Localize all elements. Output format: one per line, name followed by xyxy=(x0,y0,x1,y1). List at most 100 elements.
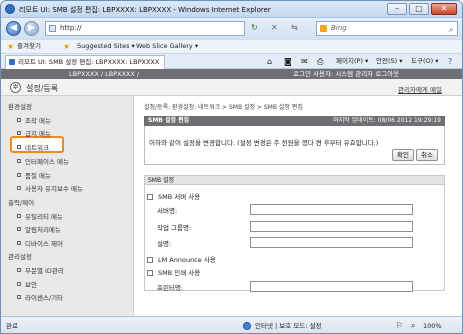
bullet-icon xyxy=(17,173,21,177)
smb-server-checkbox[interactable] xyxy=(147,194,153,200)
sidebar-heading-output: 출력/제어 xyxy=(8,199,35,207)
sidebar-heading-settings: 환경설정 xyxy=(8,103,32,111)
sidebar-item-paper-source[interactable]: 급지 메뉴 xyxy=(17,128,51,138)
url-text: http:// xyxy=(60,24,82,32)
section-header: ✲ 설정/등록 관리자에게 메일 xyxy=(1,79,462,96)
bullet-icon xyxy=(17,145,21,149)
page-icon xyxy=(49,25,56,32)
breadcrumb: 설정/등록: 환경설정: 네트워크 > SMB 설정 > SMB 설정 편집 xyxy=(144,104,303,111)
zoom-level[interactable]: 100% xyxy=(423,317,442,333)
safety-menu[interactable]: 안전(S) ▾ xyxy=(376,54,403,69)
web-slice-gallery-link[interactable]: Web Slice Gallery ▾ xyxy=(136,40,198,53)
mail-icon[interactable]: ✉ xyxy=(301,54,308,69)
status-text: 완료 xyxy=(6,322,18,330)
refresh-icon[interactable]: ↻ xyxy=(251,23,258,32)
lm-announce-option[interactable]: LM Announce 사용 xyxy=(147,254,216,264)
page-icon xyxy=(9,59,15,65)
comment-input[interactable] xyxy=(250,237,413,248)
server-name-input[interactable] xyxy=(250,204,413,215)
tools-menu[interactable]: 도구(O) ▾ xyxy=(411,54,438,69)
printer-name-input[interactable] xyxy=(250,281,413,292)
tab-bar: 리모트 UI: SMB 설정 편집: LBPXXXX: LBPXXXX ⌂ ◙ … xyxy=(1,53,462,69)
printer-name-label: 프린터명: xyxy=(157,284,184,292)
ie-logo-icon xyxy=(5,4,15,14)
sidebar-item-control-menu[interactable]: 조작 메뉴 xyxy=(17,115,51,125)
bullet-icon xyxy=(17,186,21,190)
confirmation-message: 이하와 같이 설정을 변경합니다. (설정 변경은 주 전원을 껐다 켠 후부터… xyxy=(149,139,379,147)
bullet-icon xyxy=(17,214,21,218)
smb-section-header: SMB 설정 xyxy=(144,175,445,185)
suggested-sites-link[interactable]: Suggested Sites ▾ xyxy=(77,40,135,53)
search-placeholder: Bing xyxy=(331,24,347,32)
stop-icon[interactable]: ✕ xyxy=(271,23,278,32)
workgroup-input[interactable] xyxy=(250,221,413,232)
device-name: LBPXXXX / LBPXXXX / xyxy=(69,70,140,78)
add-favorite-icon[interactable]: ★ xyxy=(63,40,70,53)
edit-panel-header: SMB 설정 편집 마지막 업데이트: 08/06 2012 19:29:19 xyxy=(144,116,445,126)
sidebar-heading-management: 관리설정 xyxy=(8,253,32,261)
sidebar-item-network[interactable]: 네트워크 xyxy=(17,142,49,152)
forward-button[interactable]: ▶ xyxy=(24,21,39,36)
minimize-button[interactable]: – xyxy=(387,3,407,15)
maximize-button[interactable]: □ xyxy=(409,3,429,15)
back-button[interactable]: ◀ xyxy=(6,21,21,36)
globe-icon xyxy=(243,322,251,330)
title-bar: 리모트 UI: SMB 설정 편집: LBPXXXX: LBPXXXX - Wi… xyxy=(1,1,462,18)
bullet-icon xyxy=(17,282,21,286)
url-field[interactable]: http:// xyxy=(45,21,245,36)
bing-icon xyxy=(320,25,327,32)
cancel-button[interactable]: 취소 xyxy=(416,149,438,161)
search-icon[interactable]: ⌕ xyxy=(449,23,453,36)
admin-mail-link[interactable]: 관리자에게 메일 xyxy=(398,84,442,94)
compat-icon[interactable]: ⇆ xyxy=(291,23,298,32)
bullet-icon xyxy=(17,241,21,245)
page-menu[interactable]: 페이지(P) ▾ xyxy=(336,54,368,69)
comment-label: 설명: xyxy=(157,240,172,248)
search-field[interactable]: Bing ⌕ xyxy=(316,21,458,36)
sidebar-item-maintenance[interactable]: 사용자 유지보수 메뉴 xyxy=(17,183,83,193)
workgroup-label: 작업 그룹명: xyxy=(157,224,192,232)
sidebar-item-quality[interactable]: 품질 메뉴 xyxy=(17,170,51,180)
bullet-icon xyxy=(17,268,21,272)
ok-button[interactable]: 확인 xyxy=(392,149,414,161)
settings-icon: ✲ xyxy=(10,82,21,93)
bullet-icon xyxy=(17,118,21,122)
browser-window: 리모트 UI: SMB 설정 편집: LBPXXXX: LBPXXXX - Wi… xyxy=(0,0,463,334)
sidebar-item-device-control[interactable]: 디바이스 제어 xyxy=(17,238,63,248)
favorites-bar: ★ 즐겨찾기 ★ Suggested Sites ▾ Web Slice Gal… xyxy=(1,39,462,53)
sidebar-item-department-id[interactable]: 부문별 ID관리 xyxy=(17,265,64,275)
section-title: 설정/등록 xyxy=(26,84,59,93)
bullet-icon xyxy=(17,159,21,163)
sidebar-item-interface[interactable]: 인터페이스 메뉴 xyxy=(17,156,69,166)
window-title: 리모트 UI: SMB 설정 편집: LBPXXXX: LBPXXXX - Wi… xyxy=(19,6,271,14)
login-info[interactable]: 로그인 사용자: 시스템 관리자 로그아웃 xyxy=(293,69,399,79)
sidebar-item-license[interactable]: 라이센스/기타 xyxy=(17,292,63,302)
sidebar-item-security[interactable]: 보안 xyxy=(17,279,37,289)
bullet-icon xyxy=(17,295,21,299)
close-button[interactable]: ✕ xyxy=(431,3,457,15)
favorites-button[interactable]: 즐겨찾기 xyxy=(17,40,41,53)
lm-announce-checkbox[interactable] xyxy=(147,257,153,263)
home-icon[interactable]: ⌂ xyxy=(267,54,272,69)
last-updated: 마지막 업데이트: 08/06 2012 19:29:19 xyxy=(333,117,441,124)
smb-print-option[interactable]: SMB 인쇄 사용 xyxy=(147,267,200,277)
zone-text: 인터넷 | 보호 모드: 설정 xyxy=(255,322,322,330)
bullet-icon xyxy=(17,227,21,231)
smb-server-option[interactable]: SMB 서버 사용 xyxy=(147,191,200,201)
address-bar: ◀ ▶ http:// ↻ ✕ ⇆ Bing ⌕ xyxy=(1,18,462,39)
protected-mode-icon[interactable]: ⚐ xyxy=(396,317,403,333)
bullet-icon xyxy=(17,131,21,135)
sidebar-item-alert[interactable]: 알림처리메뉴 xyxy=(17,224,61,234)
smb-print-checkbox[interactable] xyxy=(147,270,153,276)
sidebar-item-utility[interactable]: 유틸리티 메뉴 xyxy=(17,211,63,221)
help-icon[interactable]: ? xyxy=(448,54,452,69)
rss-icon[interactable]: ◙ xyxy=(284,54,292,69)
panel-title: SMB 설정 편집 xyxy=(148,117,190,124)
tab-active[interactable]: 리모트 UI: SMB 설정 편집: LBPXXXX: LBPXXXX xyxy=(5,55,165,69)
server-name-label: 서버명: xyxy=(157,207,178,215)
app-header: LBPXXXX / LBPXXXX / 로그인 사용자: 시스템 관리자 로그아… xyxy=(1,69,462,79)
print-icon[interactable]: ⎙ xyxy=(317,54,323,69)
star-icon: ★ xyxy=(7,42,15,51)
status-bar: 완료 인터넷 | 보호 모드: 설정 ⚐ ⌕ 100% xyxy=(1,316,462,333)
zoom-icon[interactable]: ⌕ xyxy=(411,317,415,333)
